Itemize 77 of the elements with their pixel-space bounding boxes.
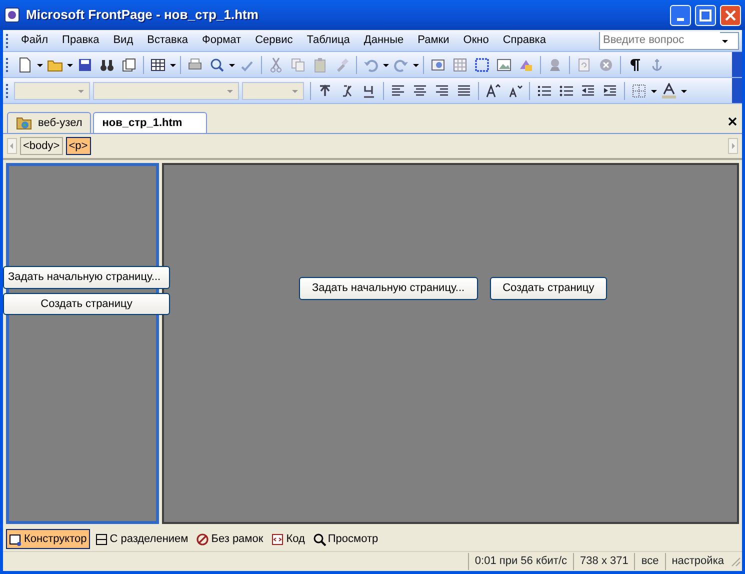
table-icon[interactable] [150, 56, 166, 72]
window-title: Microsoft FrontPage - нов_стр_1.htm [26, 6, 258, 24]
help-search-field[interactable]: Введите вопрос [599, 32, 739, 50]
align-right-icon[interactable] [434, 82, 450, 98]
close-icon [724, 8, 737, 22]
frame-panel[interactable]: Задать начальную страницу... Создать страницу [162, 163, 739, 524]
menu-item[interactable]: Сервис [248, 30, 300, 51]
dropdown-arrow-icon[interactable] [680, 88, 688, 94]
close-icon[interactable] [727, 116, 738, 128]
tag-button[interactable]: <p> [66, 136, 91, 156]
menu-item[interactable]: Рамки [410, 30, 456, 51]
printer-icon[interactable] [187, 56, 203, 72]
indent-icon[interactable] [602, 82, 618, 98]
dropdown-arrow-icon[interactable] [382, 62, 390, 68]
menu-item[interactable]: Данные [356, 30, 411, 51]
app-icon [4, 7, 20, 23]
view-tab[interactable]: Код [268, 528, 308, 550]
view-tab[interactable]: С разделением [92, 528, 192, 550]
minimize-icon [677, 18, 684, 21]
pages-icon[interactable] [121, 56, 137, 72]
picture-icon[interactable] [496, 56, 512, 72]
status-field: 0:01 при 56 кбит/с [468, 553, 574, 570]
magnifier-icon[interactable] [209, 56, 225, 72]
status-field: настройка [664, 553, 730, 570]
document-icon[interactable] [17, 56, 33, 72]
justify-icon[interactable] [456, 82, 472, 98]
dropdown-arrow-icon [291, 88, 299, 94]
new-page-button[interactable]: Создать страницу [3, 292, 170, 315]
clipboard-icon[interactable] [312, 56, 328, 72]
menu-item[interactable]: Таблица [300, 30, 357, 51]
menu-item[interactable]: Вставка [140, 30, 196, 51]
set-start-page-button[interactable]: Задать начальную страницу... [3, 266, 170, 288]
dropdown-arrow-icon [77, 88, 85, 94]
font-color-icon[interactable] [661, 82, 677, 98]
menu-item[interactable]: Формат [195, 30, 248, 51]
view-tab[interactable]: Просмотр [310, 528, 382, 550]
design-view-icon [9, 532, 22, 546]
borders-icon[interactable] [631, 82, 647, 98]
dropdown-arrow-icon[interactable] [169, 62, 177, 68]
close-button[interactable] [720, 4, 741, 26]
view-tab[interactable]: Без рамок [193, 528, 266, 550]
maximize-icon [699, 8, 712, 22]
outdent-icon[interactable] [580, 82, 596, 98]
magnifier-icon [312, 532, 326, 546]
document-tab[interactable]: веб-узел [7, 112, 92, 133]
grid-icon[interactable] [452, 56, 468, 72]
no-frames-icon [196, 532, 210, 546]
font-size-up-icon[interactable] [485, 82, 501, 98]
tag-button[interactable]: <body> [20, 136, 63, 156]
view-tab[interactable]: Конструктор [6, 528, 90, 550]
set-start-page-button[interactable]: Задать начальную страницу... [299, 277, 478, 300]
align-left-icon[interactable] [390, 82, 406, 98]
align-center-icon[interactable] [412, 82, 428, 98]
dropdown-arrow-icon[interactable] [228, 62, 236, 68]
status-field: все [634, 553, 665, 570]
dropdown-arrow-icon[interactable] [650, 88, 658, 94]
folder-globe-icon [16, 114, 32, 131]
menu-item[interactable]: Файл [14, 30, 56, 51]
split-view-icon [94, 532, 108, 546]
menu-item[interactable]: Окно [456, 30, 496, 51]
frame-icon[interactable] [474, 56, 490, 72]
font-size-down-icon[interactable] [507, 82, 523, 98]
minimize-button[interactable] [670, 4, 691, 26]
code-view-icon [271, 532, 284, 546]
dropdown-arrow-icon[interactable] [36, 62, 44, 68]
dropdown-arrow-icon[interactable] [412, 62, 420, 68]
maximize-button[interactable] [695, 4, 716, 26]
status-field: 738 x 371 [573, 553, 634, 570]
menu-item[interactable]: Правка [55, 30, 106, 51]
web-component-icon[interactable] [430, 56, 446, 72]
new-page-button[interactable]: Создать страницу [490, 277, 608, 300]
resize-grip-icon [730, 556, 742, 568]
menu-item[interactable]: Вид [106, 30, 140, 51]
document-tab[interactable]: нов_стр_1.htm [93, 112, 208, 133]
menu-item[interactable]: Справка [496, 30, 553, 51]
dropdown-arrow-icon[interactable] [66, 62, 74, 68]
dropdown-arrow-icon [226, 88, 234, 94]
